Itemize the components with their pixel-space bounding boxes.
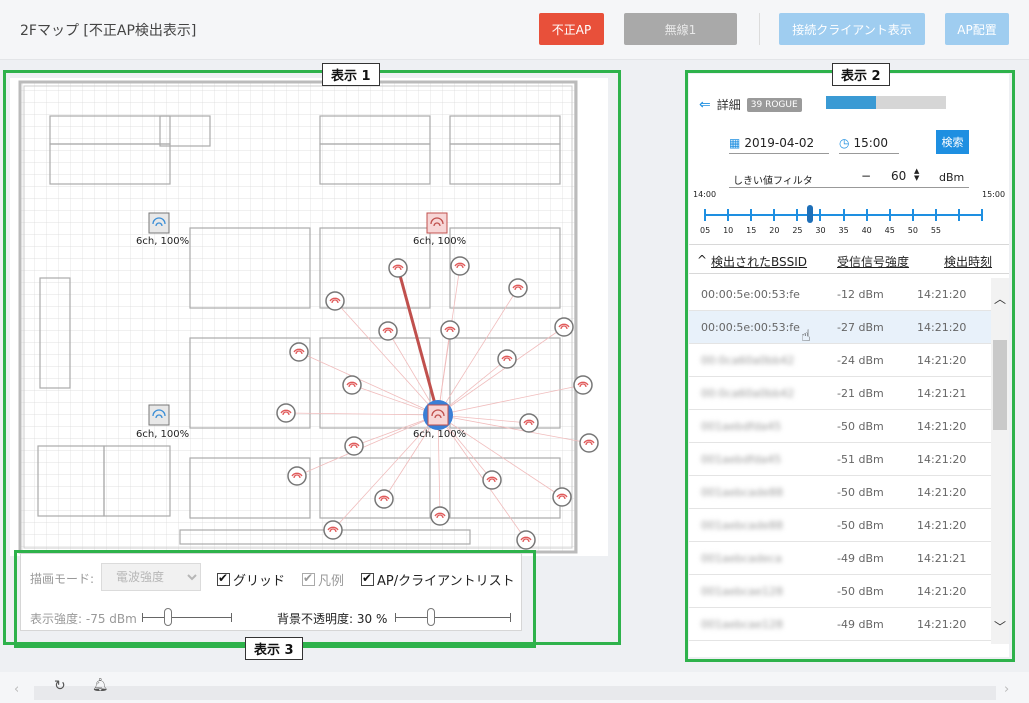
header-bar: 2Fマップ [不正AP検出表示] 不正AP 無線1 接続クライアント表示 AP配… [0, 0, 1029, 60]
page-title: 2Fマップ [不正AP検出表示] [20, 23, 197, 39]
scroll-right-icon[interactable]: › [1004, 682, 1009, 697]
ap-placement-button[interactable]: AP配置 [945, 13, 1009, 45]
panel-label-1: 表示 1 [322, 63, 380, 86]
panel-label-2: 表示 2 [832, 63, 890, 86]
panel-frame-3 [14, 550, 536, 648]
scroll-left-icon[interactable]: ‹ [14, 682, 19, 697]
horizontal-scrollbar[interactable] [34, 686, 996, 700]
panel-label-3: 表示 3 [245, 637, 303, 660]
refresh-icon[interactable]: ↻ [54, 678, 66, 694]
app-window: 2Fマップ [不正AP検出表示] 不正AP 無線1 接続クライアント表示 AP配… [0, 0, 1029, 703]
header-divider [759, 13, 760, 45]
radio-button[interactable]: 無線1 [624, 13, 737, 45]
rogue-ap-button[interactable]: 不正AP [539, 13, 604, 45]
footer-bar: ‹ ↻ 🔔︎ › [0, 672, 1029, 703]
bell-icon[interactable]: 🔔︎ [92, 678, 109, 693]
panel-frame-2 [685, 70, 1015, 662]
client-display-button[interactable]: 接続クライアント表示 [779, 13, 925, 45]
